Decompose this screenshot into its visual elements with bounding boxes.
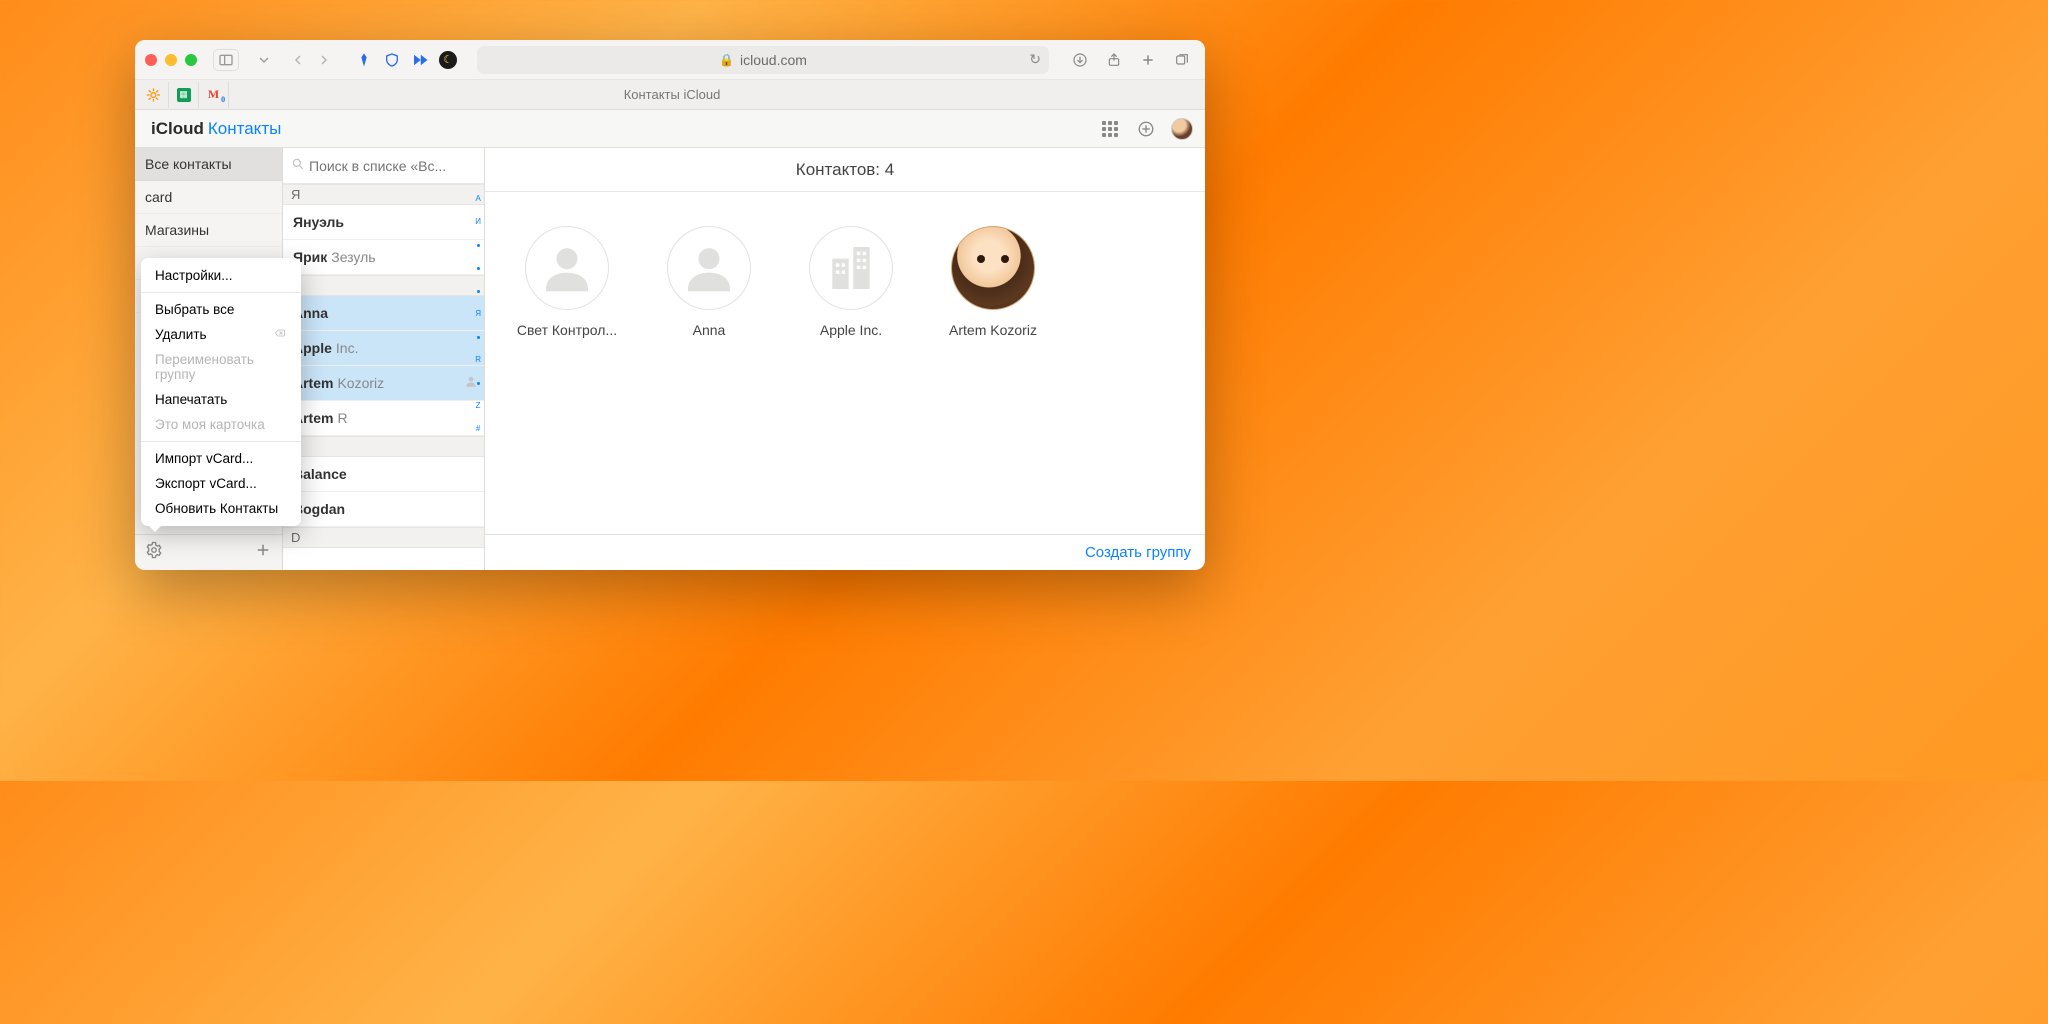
browser-window: ☾ 🔒 icloud.com ↻ 🔆 ▦ M0 [135, 40, 1205, 570]
apps-grid-button[interactable] [1099, 118, 1121, 140]
person-icon [667, 226, 751, 310]
alpha-index-letter[interactable]: А [475, 194, 480, 203]
minimize-window-button[interactable] [165, 54, 177, 66]
content-area: Все контактыcardМагазиныМузеиУслуги Наст… [135, 148, 1205, 570]
downloads-button[interactable] [1067, 47, 1093, 73]
address-bar[interactable]: 🔒 icloud.com ↻ [477, 46, 1049, 74]
contact-row[interactable]: ЯрикЗезуль [283, 240, 484, 275]
close-window-button[interactable] [145, 54, 157, 66]
back-button[interactable] [285, 47, 311, 73]
sidebar-footer [135, 534, 282, 570]
window-controls [145, 54, 197, 66]
zoom-window-button[interactable] [185, 54, 197, 66]
extension-icon-2[interactable] [381, 49, 403, 71]
contact-card[interactable]: Apple Inc. [799, 226, 903, 338]
add-button[interactable] [1135, 118, 1157, 140]
reload-button[interactable]: ↻ [1029, 51, 1041, 68]
menu-item[interactable]: Напечатать [141, 387, 301, 412]
gear-button[interactable] [145, 541, 163, 564]
section-header: A [283, 275, 484, 296]
menu-item[interactable]: Обновить Контакты [141, 496, 301, 521]
contact-card[interactable]: Artem Kozoriz [941, 226, 1045, 338]
menu-item[interactable]: Настройки... [141, 263, 301, 288]
contact-row[interactable]: AppleInc. [283, 331, 484, 366]
delete-key-icon [273, 327, 287, 342]
contact-card-name: Свет Контрол... [515, 322, 619, 338]
menu-item[interactable]: Удалить [141, 322, 301, 347]
alpha-index-letter[interactable]: Z [476, 401, 481, 410]
sidebar-item[interactable]: Магазины [135, 214, 282, 247]
contact-row[interactable]: Bogdan [283, 492, 484, 527]
contact-row[interactable]: ArtemKozoriz [283, 366, 484, 401]
menu-item: Это моя карточка [141, 412, 301, 437]
menu-separator [141, 292, 301, 293]
menu-item[interactable]: Выбрать все [141, 297, 301, 322]
extension-icon-1[interactable] [353, 49, 375, 71]
alpha-index-letter[interactable]: R [475, 355, 481, 364]
contact-card-name: Artem Kozoriz [941, 322, 1045, 338]
section-header: B [283, 436, 484, 457]
extension-icon-3[interactable] [409, 49, 431, 71]
gear-menu-popup: Настройки... Выбрать всеУдалитьПереименов… [141, 258, 301, 526]
sidebar-toggle-button[interactable] [213, 49, 239, 71]
forward-button[interactable] [311, 47, 337, 73]
groups-sidebar: Все контактыcardМагазиныМузеиУслуги Наст… [135, 148, 283, 570]
brand-text: iCloud [151, 119, 204, 139]
alpha-index-letter[interactable]: Я [475, 309, 481, 318]
alpha-index[interactable]: А И Я R Z # [475, 190, 481, 570]
tab-overview-button[interactable] [1169, 47, 1195, 73]
share-button[interactable] [1101, 47, 1127, 73]
contact-row[interactable]: Януэль [283, 205, 484, 240]
sidebar-item[interactable]: card [135, 181, 282, 214]
tab-groups-dropdown[interactable] [251, 47, 277, 73]
contact-row[interactable]: ArtemR [283, 401, 484, 436]
alpha-index-letter[interactable] [477, 263, 480, 272]
detail-pane: Контактов: 4 Свет Контрол... Anna Apple In… [485, 148, 1205, 570]
app-header: iCloud Контакты [135, 110, 1205, 148]
alpha-index-letter[interactable] [477, 240, 480, 249]
alpha-index-letter[interactable] [477, 378, 480, 387]
contact-row[interactable]: Anna [283, 296, 484, 331]
tab-bar: 🔆 ▦ M0 Контакты iCloud [135, 80, 1205, 110]
person-icon [525, 226, 609, 310]
active-tab-title[interactable]: Контакты iCloud [135, 87, 1205, 102]
alpha-index-letter[interactable] [477, 286, 480, 295]
memoji-avatar [951, 226, 1035, 310]
sidebar-item[interactable]: Все контакты [135, 148, 282, 181]
lock-icon: 🔒 [719, 53, 734, 67]
menu-separator [141, 441, 301, 442]
alpha-index-letter[interactable] [477, 332, 480, 341]
alpha-index-letter[interactable]: И [475, 217, 481, 226]
contact-card[interactable]: Anna [657, 226, 761, 338]
account-avatar[interactable] [1171, 118, 1193, 140]
menu-item[interactable]: Экспорт vCard... [141, 471, 301, 496]
menu-item: Переименовать группу [141, 347, 301, 387]
search-input[interactable] [309, 158, 476, 174]
search-row [283, 148, 484, 184]
contact-card[interactable]: Свет Контрол... [515, 226, 619, 338]
contact-card-name: Anna [657, 322, 761, 338]
create-group-link[interactable]: Создать группу [1085, 544, 1191, 561]
extension-icon-4[interactable]: ☾ [437, 49, 459, 71]
contact-count: Контактов: 4 [485, 148, 1205, 192]
menu-item[interactable]: Импорт vCard... [141, 446, 301, 471]
browser-toolbar: ☾ 🔒 icloud.com ↻ [135, 40, 1205, 80]
section-header: Я [283, 184, 484, 205]
search-icon [291, 157, 305, 174]
section-header: D [283, 527, 484, 548]
add-group-button[interactable] [254, 541, 272, 564]
url-text: icloud.com [740, 52, 807, 68]
app-name[interactable]: Контакты [208, 119, 281, 139]
contacts-list: ЯЯнуэльЯрикЗезульAAnnaAppleInc.ArtemKozo… [283, 148, 485, 570]
new-tab-button[interactable] [1135, 47, 1161, 73]
contact-row[interactable]: Balance [283, 457, 484, 492]
alpha-index-letter[interactable]: # [476, 424, 480, 433]
company-icon [809, 226, 893, 310]
contact-card-name: Apple Inc. [799, 322, 903, 338]
extension-icons: ☾ [353, 49, 459, 71]
